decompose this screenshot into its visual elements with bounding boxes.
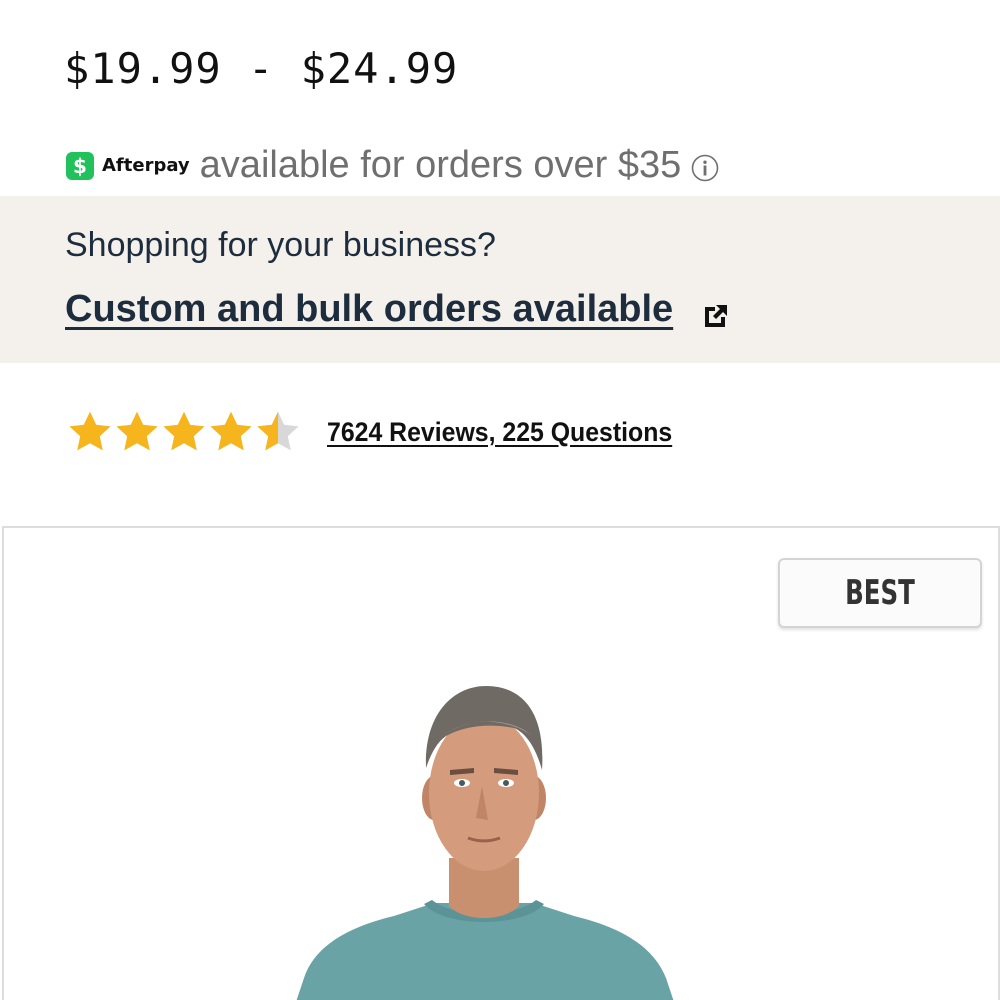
- afterpay-logo: $ Afterpay: [66, 151, 190, 180]
- price-range: $19.99 - $24.99: [64, 44, 459, 93]
- reviews-questions-link[interactable]: 7624 Reviews, 225 Questions: [327, 417, 672, 448]
- custom-bulk-orders-link[interactable]: Custom and bulk orders available: [65, 288, 673, 331]
- afterpay-row: $ Afterpay available for orders over $35: [66, 144, 719, 187]
- star-icon: [69, 411, 111, 451]
- afterpay-brand: Afterpay: [102, 155, 190, 176]
- half-star-icon: [257, 411, 299, 451]
- business-question: Shopping for your business?: [65, 226, 496, 264]
- info-circle-icon[interactable]: [691, 154, 719, 182]
- cash-app-icon: $: [66, 151, 94, 180]
- star-icon: [163, 411, 205, 451]
- product-page: $19.99 - $24.99 $ Afterpay available for…: [0, 0, 1000, 1000]
- external-link-icon[interactable]: [702, 302, 730, 330]
- best-seller-badge: BEST SELLER: [778, 558, 982, 628]
- business-banner: Shopping for your business? Custom and b…: [0, 196, 1000, 363]
- product-model-image[interactable]: [274, 678, 694, 1000]
- star-icon: [116, 411, 158, 451]
- afterpay-text: available for orders over $35: [199, 144, 682, 186]
- rating-row: 7624 Reviews, 225 Questions: [66, 408, 702, 456]
- best-seller-label: BEST SELLER: [845, 573, 915, 613]
- star-icon: [210, 411, 252, 451]
- star-rating[interactable]: [66, 408, 301, 456]
- product-image-frame[interactable]: BEST SELLER: [2, 526, 1000, 1000]
